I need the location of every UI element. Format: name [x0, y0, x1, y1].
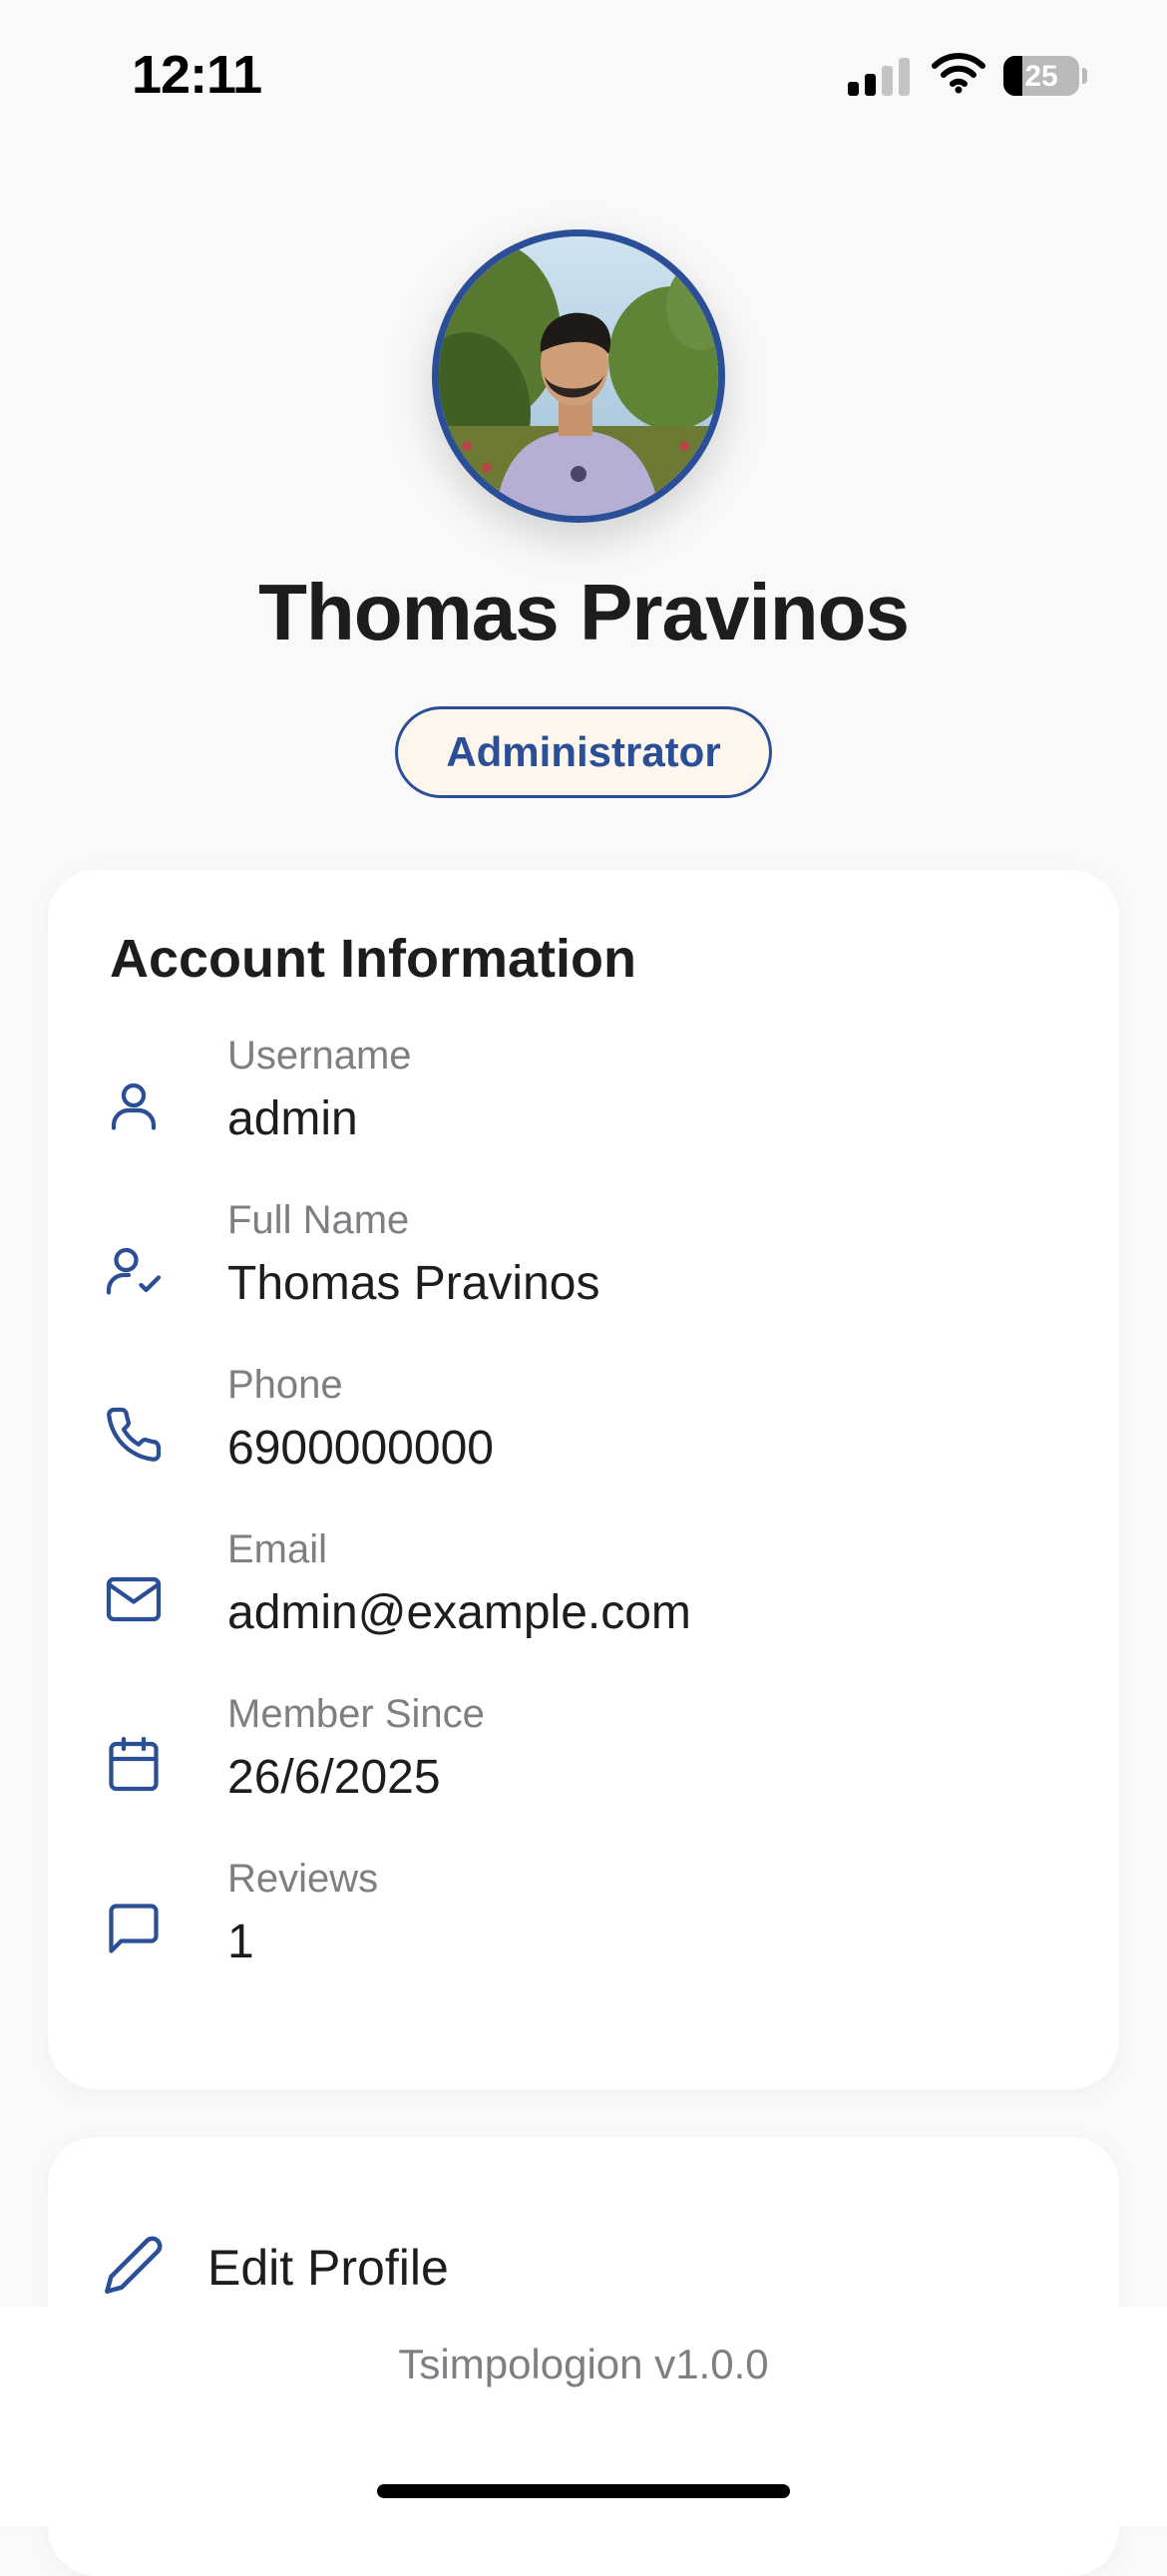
message-square-icon	[109, 1904, 159, 1953]
avatar[interactable]	[432, 229, 725, 523]
reviews-value: 1	[227, 1916, 254, 1968]
status-time: 12:11	[132, 45, 262, 105]
home-indicator[interactable]	[377, 2484, 790, 2498]
battery-icon: 25	[1003, 56, 1079, 96]
full-name-label: Full Name	[227, 1198, 410, 1242]
role-badge: Administrator	[395, 706, 772, 798]
email-row: Email admin@example.com	[48, 1517, 1119, 1677]
battery-cap	[1082, 68, 1087, 84]
battery-level: 25	[1024, 60, 1058, 93]
edit-profile-label: Edit Profile	[207, 2240, 449, 2296]
email-label: Email	[227, 1527, 328, 1571]
wifi-icon	[932, 52, 985, 99]
section-title: Account Information	[110, 929, 636, 989]
full-name-row: Full Name Thomas Pravinos	[48, 1188, 1119, 1348]
calendar-icon	[109, 1736, 159, 1792]
user-icon	[111, 1082, 157, 1130]
email-value: admin@example.com	[227, 1586, 691, 1639]
profile-name: Thomas Pravinos	[258, 568, 910, 656]
footer: Tsimpologion v1.0.0	[0, 2307, 1167, 2526]
username-value: admin	[227, 1092, 358, 1145]
member-since-value: 26/6/2025	[227, 1751, 441, 1804]
username-row: Username admin	[48, 1024, 1119, 1183]
mail-icon	[106, 1576, 162, 1622]
member-since-row: Member Since 26/6/2025	[48, 1682, 1119, 1842]
phone-value: 6900000000	[227, 1422, 494, 1475]
status-bar: 12:11 25	[0, 0, 1167, 150]
app-version: Tsimpologion v1.0.0	[398, 2341, 769, 2387]
account-information-card: Account Information Username admin Full …	[48, 870, 1119, 2089]
phone-icon	[107, 1407, 162, 1462]
pencil-icon	[105, 2236, 163, 2294]
reviews-label: Reviews	[227, 1857, 379, 1901]
phone-row: Phone 6900000000	[48, 1353, 1119, 1512]
full-name-value: Thomas Pravinos	[227, 1257, 600, 1310]
cellular-signal-icon	[848, 56, 912, 96]
username-label: Username	[227, 1034, 412, 1077]
user-check-icon	[106, 1247, 162, 1295]
phone-label: Phone	[227, 1363, 343, 1407]
reviews-row[interactable]: Reviews 1	[48, 1847, 1119, 2006]
member-since-label: Member Since	[227, 1692, 485, 1736]
